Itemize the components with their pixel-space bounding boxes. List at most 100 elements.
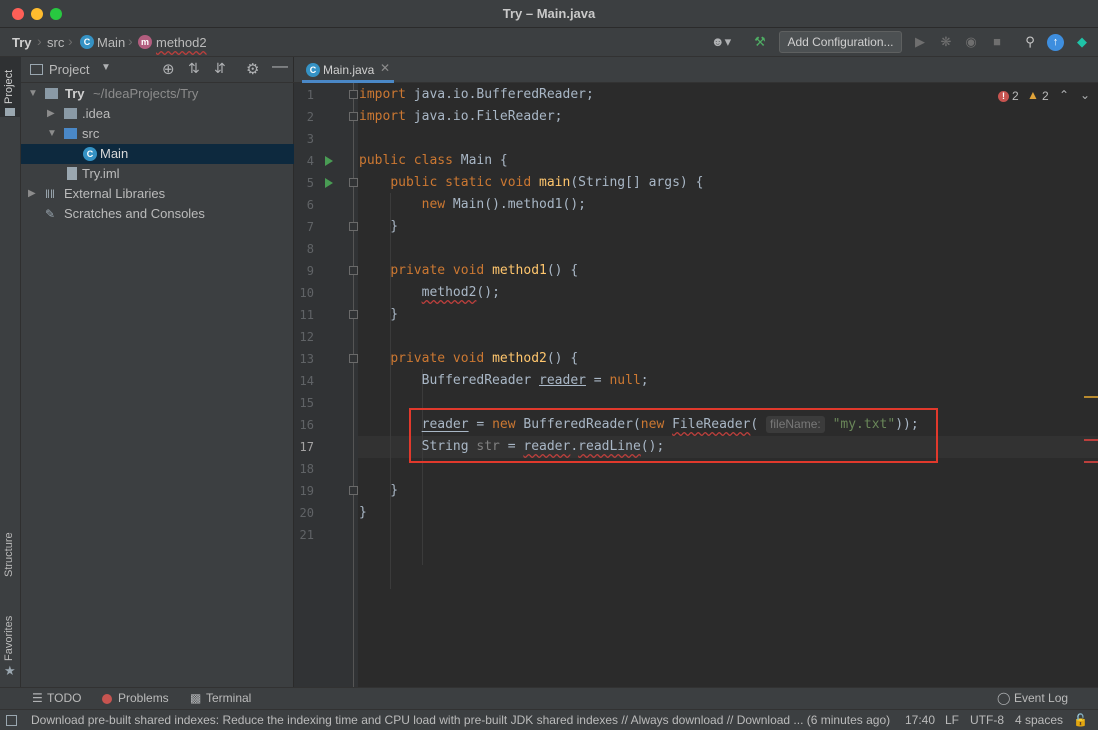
line-number: 1 xyxy=(306,88,314,102)
java-class-icon: C xyxy=(83,147,97,161)
breadcrumb-project[interactable]: Try xyxy=(12,35,32,50)
run-icon[interactable]: ▶ xyxy=(911,33,929,51)
warning-count[interactable]: 2 xyxy=(1042,89,1049,103)
folder-icon xyxy=(45,88,58,99)
java-class-icon: C xyxy=(80,35,94,49)
fold-marker[interactable] xyxy=(349,112,358,121)
line-number: 21 xyxy=(299,528,314,542)
event-log-tab[interactable]: Event Log xyxy=(1014,691,1068,705)
fold-marker[interactable] xyxy=(349,354,358,363)
file-icon xyxy=(67,167,77,180)
favorites-tool-tab[interactable]: Favorites ★ xyxy=(0,609,21,681)
breadcrumb-method[interactable]: method2 xyxy=(156,35,207,50)
project-tab-label: Project xyxy=(3,69,15,104)
project-panel-header: Project ▼ ⊕ ⇅ ⇵ ⚙ — xyxy=(21,57,294,83)
jetbrains-logo-icon[interactable]: ◆ xyxy=(1073,33,1091,51)
tree-item-scratches[interactable]: ✎ Scratches and Consoles xyxy=(21,204,294,224)
folder-icon xyxy=(64,108,77,119)
project-view-selector[interactable]: Project xyxy=(49,62,89,77)
method-icon: m xyxy=(138,35,152,49)
user-icon[interactable]: ☻▾ xyxy=(708,33,734,51)
code-line: } xyxy=(359,307,399,322)
expand-all-icon[interactable]: ⇅ xyxy=(188,60,200,77)
problems-tab[interactable]: Problems xyxy=(118,691,169,705)
tree-item-external-libraries[interactable]: ▶ ‖‖ External Libraries xyxy=(21,184,294,204)
todo-tab[interactable]: TODO xyxy=(47,691,81,705)
line-number: 6 xyxy=(306,198,314,212)
lock-icon[interactable]: 🔓 xyxy=(1073,713,1088,727)
structure-tab-label: Structure xyxy=(3,532,15,577)
hide-panel-icon[interactable]: — xyxy=(272,58,288,76)
code-line: private void method2() { xyxy=(390,351,579,366)
terminal-tab[interactable]: Terminal xyxy=(206,691,251,705)
left-tool-stripe: Project Structure Favorites ★ xyxy=(0,57,21,687)
breadcrumb-class[interactable]: Main xyxy=(97,35,125,50)
line-number: 16 xyxy=(299,418,314,432)
line-number: 9 xyxy=(306,264,314,278)
error-count[interactable]: 2 xyxy=(1012,89,1019,103)
previous-problem-icon[interactable]: ⌃ xyxy=(1059,88,1069,102)
breadcrumb-src[interactable]: src xyxy=(47,35,64,50)
code-line: } xyxy=(359,483,399,498)
tree-item-project-root[interactable]: ▼ Try ~/IdeaProjects/Try xyxy=(21,84,294,104)
event-log-icon: ◯ xyxy=(997,691,1011,705)
line-number: 11 xyxy=(299,308,314,322)
project-tool-tab[interactable]: Project xyxy=(0,57,21,117)
java-class-icon: C xyxy=(306,63,320,77)
indent-setting[interactable]: 4 spaces xyxy=(1015,713,1063,727)
locate-icon[interactable]: ⊕ xyxy=(162,60,175,78)
line-separator[interactable]: LF xyxy=(945,713,959,727)
panel-toggle-icon[interactable] xyxy=(6,715,17,726)
fold-marker[interactable] xyxy=(349,310,358,319)
library-icon: ‖‖ xyxy=(45,187,55,201)
line-number: 12 xyxy=(299,330,314,344)
status-message[interactable]: Download pre-built shared indexes: Reduc… xyxy=(31,713,890,727)
coverage-icon[interactable]: ◉ xyxy=(962,33,980,51)
gear-icon[interactable]: ⚙ xyxy=(246,60,259,78)
build-hammer-icon[interactable]: ⚒ xyxy=(751,33,769,51)
fold-marker[interactable] xyxy=(349,486,358,495)
fold-marker[interactable] xyxy=(349,222,358,231)
code-line: public class Main { xyxy=(359,153,508,168)
warning-stripe-mark[interactable] xyxy=(1084,396,1098,398)
tree-item-try-iml[interactable]: Try.iml xyxy=(21,164,294,184)
tree-item-label: Try xyxy=(65,86,85,101)
update-icon[interactable]: ↑ xyxy=(1047,34,1064,51)
problems-icon xyxy=(102,694,112,704)
code-editor[interactable]: 1 2 3 4 5 6 7 8 9 10 11 12 13 14 15 16 17 18 19 20 21 import… xyxy=(294,83,1098,687)
structure-tool-tab[interactable]: Structure xyxy=(0,522,21,592)
run-gutter-icon[interactable] xyxy=(325,178,333,188)
chevron-right-icon: ▶ xyxy=(28,188,36,199)
chevron-right-icon: › xyxy=(128,33,133,49)
caret-position[interactable]: 17:40 xyxy=(905,713,935,727)
editor-tab-bar: C Main.java ✕ xyxy=(294,57,1098,83)
run-gutter-icon[interactable] xyxy=(325,156,333,166)
error-stripe-mark[interactable] xyxy=(1084,439,1098,441)
tree-item-src[interactable]: ▼ src xyxy=(21,124,294,144)
fold-marker[interactable] xyxy=(349,90,358,99)
line-number: 18 xyxy=(299,462,314,476)
chevron-down-icon[interactable]: ▼ xyxy=(101,62,111,73)
tree-item-idea[interactable]: ▶ .idea xyxy=(21,104,294,124)
fold-marker[interactable] xyxy=(349,178,358,187)
search-icon[interactable]: ⚲ xyxy=(1021,33,1039,51)
line-number: 15 xyxy=(299,396,314,410)
highlight-annotation-box xyxy=(409,408,938,463)
error-stripe-mark[interactable] xyxy=(1084,461,1098,463)
tree-item-label: Try.iml xyxy=(82,166,120,181)
fold-marker[interactable] xyxy=(349,266,358,275)
line-number: 17 xyxy=(299,440,314,454)
close-tab-icon[interactable]: ✕ xyxy=(380,61,390,75)
add-configuration-button[interactable]: Add Configuration... xyxy=(779,31,902,53)
bottom-tool-strip: ☰ TODO Problems ▩ Terminal ◯ Event Log xyxy=(0,687,1098,709)
terminal-icon: ▩ xyxy=(190,691,202,705)
debug-icon[interactable]: ❋ xyxy=(937,33,955,51)
list-icon: ☰ xyxy=(32,691,43,705)
tree-item-main[interactable]: C Main xyxy=(21,144,294,164)
editor-tab-main-java[interactable]: C Main.java ✕ xyxy=(302,57,394,83)
collapse-all-icon[interactable]: ⇵ xyxy=(214,60,226,77)
stop-icon[interactable]: ■ xyxy=(988,33,1006,51)
next-problem-icon[interactable]: ⌄ xyxy=(1080,88,1090,102)
code-line: import java.io.FileReader; xyxy=(359,109,563,124)
file-encoding[interactable]: UTF-8 xyxy=(970,713,1004,727)
